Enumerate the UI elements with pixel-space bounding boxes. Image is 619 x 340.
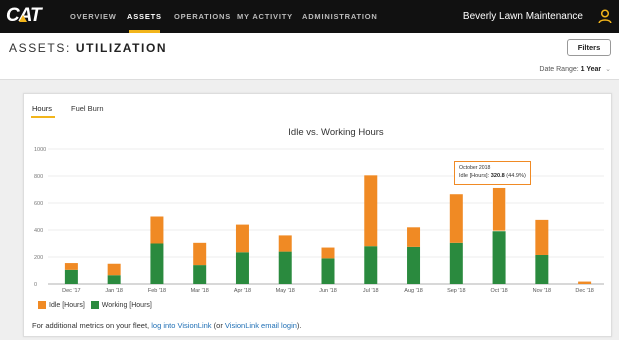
nav-operations[interactable]: OPERATIONS xyxy=(174,0,231,33)
nav-overview[interactable]: OVERVIEW xyxy=(70,0,117,33)
page-title: ASSETS: UTILIZATION xyxy=(9,41,167,55)
y-tick-label: 400 xyxy=(34,228,43,234)
x-tick-label: Oct '18 xyxy=(490,288,507,294)
bar-working xyxy=(150,243,164,284)
bar-working xyxy=(449,242,463,284)
bar-idle xyxy=(150,216,164,244)
x-tick-label: Jun '18 xyxy=(319,288,337,294)
x-tick-label: Jan '18 xyxy=(105,288,123,294)
idle-working-chart: Idle vs. Working Hours 0 200 400 600 800 1000 D… xyxy=(34,127,604,294)
chevron-down-icon: ⌄ xyxy=(605,66,611,73)
bar-working xyxy=(407,246,421,284)
x-tick-label: Apr '18 xyxy=(234,288,251,294)
bar-working xyxy=(321,258,335,284)
x-tick-label: Nov '18 xyxy=(533,288,551,294)
nav-my-activity[interactable]: MY ACTIVITY xyxy=(237,0,293,33)
utilization-card: Hours Fuel Burn Idle vs. Working Hours 0 2… xyxy=(23,93,612,337)
legend-swatch-working xyxy=(90,301,99,309)
footer-prefix: For additional metrics on your fleet, xyxy=(32,321,150,330)
top-nav-bar: CAT OVERVIEW ASSETS OPERATIONS MY ACTIVI… xyxy=(0,0,619,33)
date-range-label: Date Range: xyxy=(539,66,579,73)
tooltip-label: Idle [Hours]: xyxy=(459,173,490,179)
legend-swatch-idle xyxy=(38,301,46,309)
tooltip-title: October 2018 xyxy=(459,165,491,171)
cat-logo[interactable]: CAT xyxy=(6,5,42,27)
nav-assets[interactable]: ASSETS xyxy=(127,0,162,33)
y-tick-label: 200 xyxy=(34,255,43,261)
footer-mid: (or xyxy=(213,321,223,330)
bar-idle xyxy=(578,281,592,284)
chart-legend: Idle [Hours] Working [Hours] xyxy=(38,301,158,309)
x-tick-label: Jul '18 xyxy=(363,288,379,294)
visionlink-login-link[interactable]: log into VisionLink xyxy=(151,321,211,330)
tooltip-value: 320.8 xyxy=(490,173,505,179)
date-range-selector[interactable]: Date Range: 1 Year ⌄ xyxy=(539,65,611,73)
legend-item-working[interactable]: Working [Hours] xyxy=(90,301,152,309)
legend-label-idle: Idle [Hours] xyxy=(49,301,85,309)
page-header: ASSETS: UTILIZATION Filters Date Range: … xyxy=(0,33,619,80)
x-tick-label: May '18 xyxy=(276,288,295,294)
filters-button[interactable]: Filters xyxy=(567,39,611,56)
page-title-main: UTILIZATION xyxy=(75,41,168,55)
bar-idle xyxy=(535,219,549,255)
bar-idle xyxy=(235,224,249,253)
bar-idle xyxy=(193,242,207,266)
bar-idle xyxy=(492,187,506,232)
x-tick-label: Dec '17 xyxy=(62,288,80,294)
chart-tooltip: October 2018 Idle [Hours]: 320.8 (44.9%) xyxy=(454,161,531,185)
bar-working xyxy=(193,265,207,284)
user-icon[interactable] xyxy=(598,9,612,24)
x-tick-label: Mar '18 xyxy=(191,288,209,294)
bar-working xyxy=(364,246,378,284)
x-tick-label: Aug '18 xyxy=(404,288,422,294)
x-tick-label: Sep '18 xyxy=(447,288,465,294)
y-tick-label: 0 xyxy=(34,282,37,288)
bar-idle xyxy=(449,194,463,243)
x-tick-label: Feb '18 xyxy=(148,288,166,294)
y-tick-label: 1000 xyxy=(34,147,46,153)
y-tick-label: 600 xyxy=(34,201,43,207)
tooltip-pct: (44.9%) xyxy=(506,173,526,179)
bar-working xyxy=(107,275,121,284)
x-tick-label: Dec '18 xyxy=(575,288,593,294)
bar-working xyxy=(535,254,549,284)
bar-idle xyxy=(321,247,335,259)
bar-idle xyxy=(107,263,121,276)
page-title-prefix: ASSETS: xyxy=(9,41,71,55)
chart-title: Idle vs. Working Hours xyxy=(288,127,384,138)
logo-triangle-icon xyxy=(19,15,27,22)
y-tick-label: 800 xyxy=(34,174,43,180)
visionlink-email-login-link[interactable]: VisionLink email login xyxy=(225,321,297,330)
bar-working xyxy=(492,230,506,284)
footer-note: For additional metrics on your fleet, lo… xyxy=(32,321,302,330)
legend-item-idle[interactable]: Idle [Hours] xyxy=(38,301,85,309)
date-range-value: 1 Year xyxy=(580,66,602,73)
bar-working xyxy=(64,269,78,284)
bar-idle xyxy=(407,227,421,247)
bar-idle xyxy=(278,235,292,252)
bar-idle xyxy=(364,175,378,247)
nav-administration[interactable]: ADMINISTRATION xyxy=(302,0,378,33)
bar-working xyxy=(278,251,292,284)
account-name[interactable]: Beverly Lawn Maintenance xyxy=(463,0,583,33)
bar-idle xyxy=(64,263,78,270)
legend-label-working: Working [Hours] xyxy=(101,301,152,309)
bar-working xyxy=(235,252,249,284)
footer-suffix: ). xyxy=(296,321,302,330)
